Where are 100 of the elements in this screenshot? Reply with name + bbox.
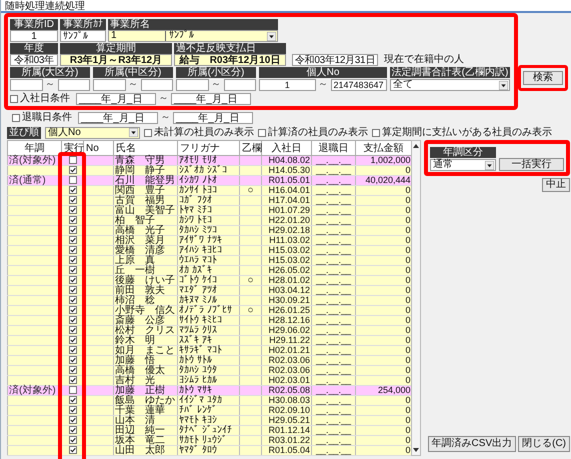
table-cell: 加藤 正樹: [114, 386, 178, 396]
checkbox[interactable]: [68, 346, 76, 354]
input-field[interactable]: 2147483647: [330, 79, 387, 91]
column-header[interactable]: 年調: [8, 140, 62, 156]
checkbox[interactable]: [68, 406, 76, 414]
column-header[interactable]: 退職日: [312, 140, 356, 156]
table-cell: ｽｽﾞｷ ｱｷ: [178, 336, 240, 346]
caret-icon[interactable]: [499, 80, 508, 90]
checkbox-label[interactable]: 未計算の社員のみ表示: [154, 126, 254, 138]
checkbox[interactable]: [68, 316, 76, 324]
table-cell: H26.05.02: [262, 266, 312, 276]
checkbox[interactable]: [68, 356, 76, 364]
caret-icon[interactable]: [129, 128, 138, 137]
checkbox[interactable]: [144, 128, 152, 136]
statutory-dropdown[interactable]: 全て: [390, 79, 510, 91]
checkbox[interactable]: [68, 296, 76, 304]
table-cell: __.__.__: [312, 366, 356, 376]
footer-button[interactable]: 年調済みCSV出力: [428, 436, 516, 452]
checkbox[interactable]: [68, 306, 76, 314]
input-field[interactable]: R3年1月～R3年12月: [60, 54, 172, 66]
scroll-up-icon[interactable]: [413, 144, 419, 148]
date-field[interactable]: ____年_月_日: [173, 112, 253, 124]
input-field[interactable]: [140, 79, 173, 91]
checkbox-label[interactable]: 計算済の社員のみ表示: [268, 126, 368, 138]
input-field[interactable]: [224, 79, 256, 91]
checkbox[interactable]: [68, 156, 76, 164]
office-dropdown[interactable]: 1 ｻﾝﾌﾟﾙ: [108, 30, 278, 42]
caret-icon[interactable]: [267, 32, 276, 40]
column-header[interactable]: 入社日: [262, 140, 312, 156]
date-field[interactable]: ____年_月_日: [76, 93, 156, 105]
table-cell: [240, 406, 262, 416]
input-field[interactable]: [58, 79, 90, 91]
stop-button[interactable]: 中止: [542, 178, 570, 192]
checkbox[interactable]: [12, 114, 20, 122]
checkbox[interactable]: [10, 95, 18, 103]
input-field[interactable]: [10, 79, 42, 91]
checkbox[interactable]: [68, 276, 76, 284]
date-field[interactable]: ____年_月_日: [78, 112, 158, 124]
input-field[interactable]: [93, 79, 126, 91]
table-cell: 鈴木 明: [114, 336, 178, 346]
checkbox[interactable]: [68, 446, 76, 454]
input-field[interactable]: [176, 79, 208, 91]
table-cell: R02.05.08: [262, 386, 312, 396]
column-header[interactable]: 支払金額: [356, 140, 412, 156]
checkbox[interactable]: [372, 128, 380, 136]
column-header: 過不足反映支払日: [174, 43, 286, 54]
sort-dropdown[interactable]: 個人No: [45, 126, 140, 138]
input-field[interactable]: 1: [10, 30, 58, 42]
checkbox[interactable]: [68, 336, 76, 344]
table-cell: __.__.__: [312, 236, 356, 246]
checkbox[interactable]: [68, 216, 76, 224]
run-all-button[interactable]: 一括実行: [499, 158, 564, 171]
checkbox[interactable]: [68, 286, 76, 294]
checkbox-label[interactable]: 入社日条件: [20, 93, 70, 105]
caret-icon[interactable]: [485, 160, 494, 170]
checkbox[interactable]: [68, 256, 76, 264]
checkbox[interactable]: [68, 376, 76, 384]
checkbox[interactable]: [68, 226, 76, 234]
input-field[interactable]: 令和03年12月31日: [292, 54, 378, 66]
table-cell: 山田 太郎: [114, 446, 178, 456]
checkbox[interactable]: [68, 416, 76, 424]
table-cell: 0: [356, 186, 412, 196]
table-cell: 柿沼 稔: [114, 296, 178, 306]
checkbox[interactable]: [68, 396, 76, 404]
checkbox[interactable]: [68, 196, 76, 204]
column-header[interactable]: 乙欄: [240, 140, 262, 156]
date-field[interactable]: ____年_月_日: [171, 93, 251, 105]
table-cell: [240, 176, 262, 186]
column-header[interactable]: フリガナ: [178, 140, 240, 156]
search-button[interactable]: 検索: [523, 71, 563, 85]
checkbox[interactable]: [68, 266, 76, 274]
table-cell: [240, 196, 262, 206]
input-field[interactable]: ｻﾝﾌﾟﾙ: [60, 30, 106, 42]
checkbox[interactable]: [68, 176, 76, 184]
scrollbar[interactable]: [411, 140, 421, 456]
scroll-down-icon[interactable]: [413, 448, 419, 452]
table-cell: 愛橋 清彦: [114, 246, 178, 256]
footer-button[interactable]: 閉じる(C): [518, 436, 570, 452]
checkbox[interactable]: [68, 246, 76, 254]
checkbox-label[interactable]: 退職日条件: [22, 112, 72, 124]
checkbox[interactable]: [68, 326, 76, 334]
checkbox[interactable]: [68, 386, 76, 394]
input-field[interactable]: 給与 R03年12月10日: [174, 54, 286, 66]
input-field[interactable]: 令和03年: [10, 54, 58, 66]
adjust-dropdown[interactable]: 通常: [430, 159, 496, 171]
checkbox[interactable]: [68, 436, 76, 444]
checkbox[interactable]: [68, 206, 76, 214]
column-header[interactable]: No: [84, 140, 114, 156]
column-header: 個人No: [259, 67, 387, 78]
column-header[interactable]: 氏名: [114, 140, 178, 156]
table-cell: __.__.__: [312, 446, 356, 456]
checkbox[interactable]: [258, 128, 266, 136]
checkbox-label[interactable]: 算定期間に支払いがある社員のみ表示: [382, 126, 552, 138]
input-field[interactable]: 1: [259, 79, 316, 91]
note-text: 現在で在籍中の人: [384, 54, 464, 66]
checkbox[interactable]: [68, 366, 76, 374]
checkbox[interactable]: [68, 186, 76, 194]
checkbox[interactable]: [68, 236, 76, 244]
checkbox[interactable]: [68, 426, 76, 434]
checkbox[interactable]: [68, 166, 76, 174]
